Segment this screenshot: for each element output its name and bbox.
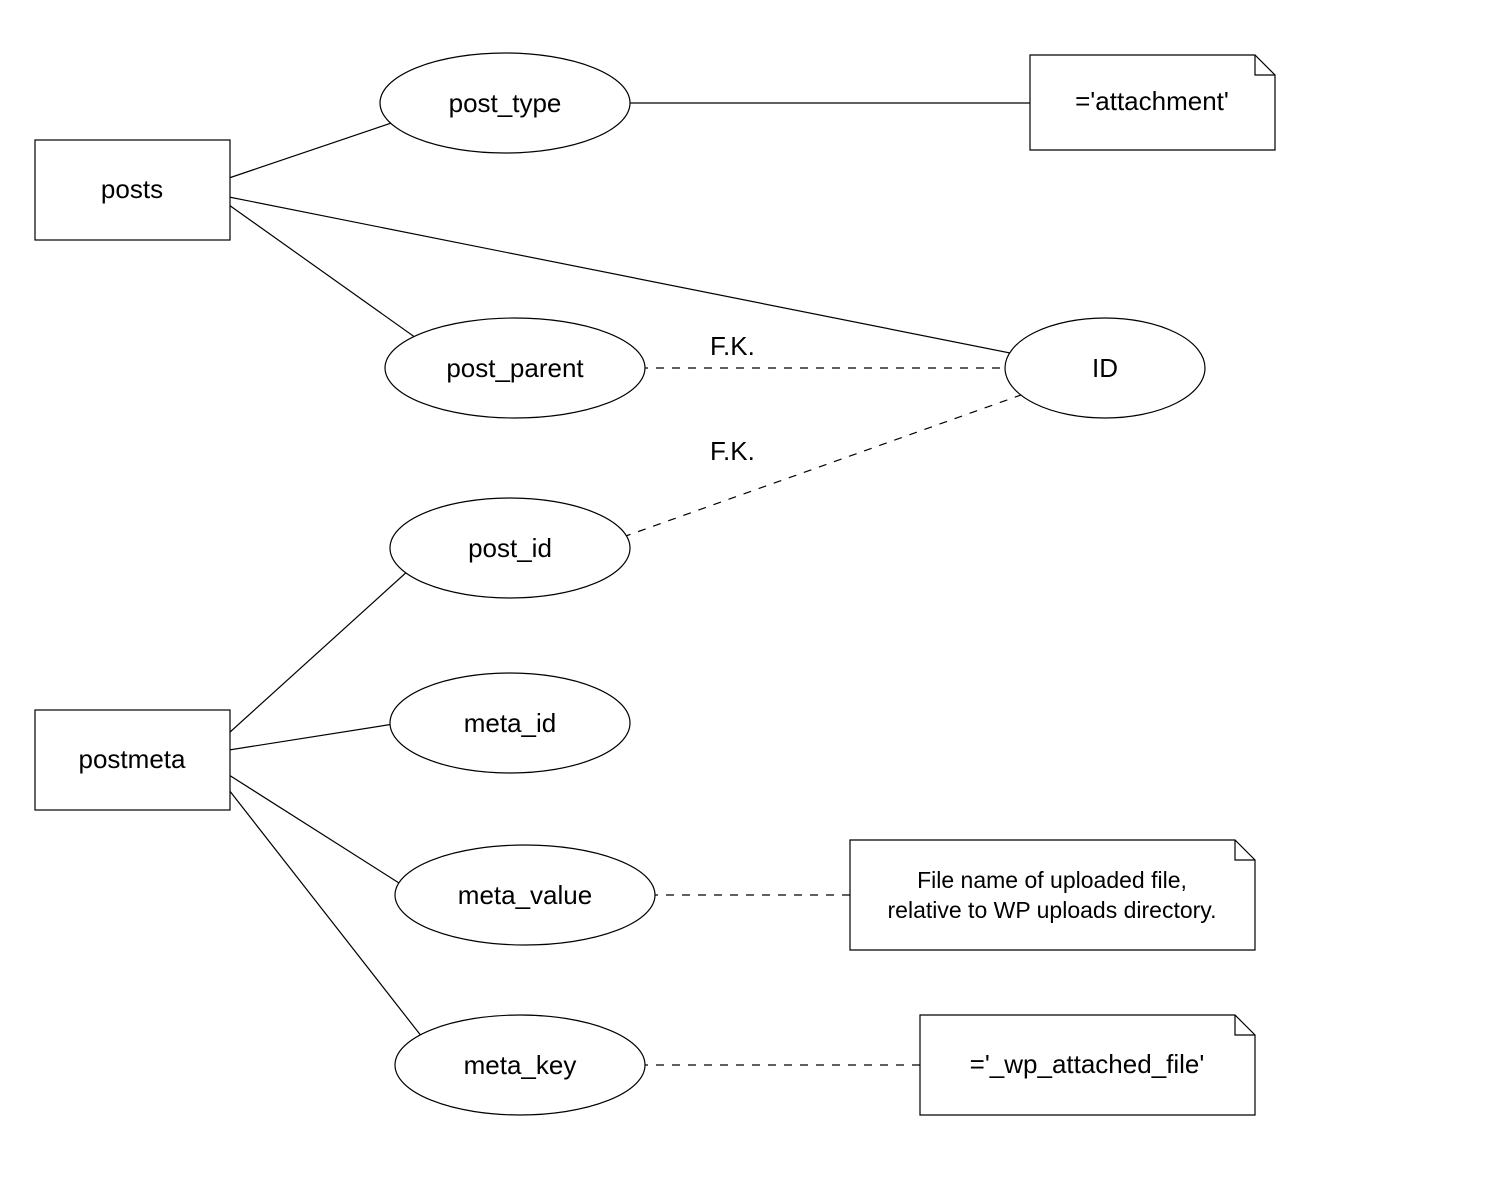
attr-meta-id-label: meta_id (464, 708, 557, 738)
attr-post-id-label: post_id (468, 533, 552, 563)
note-meta-value: File name of uploaded file, relative to … (850, 840, 1255, 950)
attr-id-label: ID (1092, 353, 1118, 383)
edge-posts-posttype (229, 115, 415, 178)
note-meta-key: ='_wp_attached_file' (920, 1015, 1255, 1115)
er-diagram: F.K. F.K. posts postmeta post_type post_… (0, 0, 1500, 1195)
fk-label-1: F.K. (710, 331, 755, 361)
fk-label-2: F.K. (710, 436, 755, 466)
edge-postmeta-metavalue (229, 775, 410, 890)
edge-postmeta-metakey (229, 790, 440, 1060)
note-meta-value-line1: File name of uploaded file, (917, 867, 1187, 893)
attr-post-parent-label: post_parent (446, 353, 584, 383)
attr-post-type-label: post_type (449, 88, 562, 118)
note-attachment-text: ='attachment' (1075, 86, 1229, 116)
edge-posts-postparent (229, 205, 440, 355)
note-meta-value-line2: relative to WP uploads directory. (888, 897, 1217, 923)
note-attachment: ='attachment' (1030, 55, 1275, 150)
attr-meta-key-label: meta_key (464, 1050, 577, 1080)
edge-posts-id (229, 197, 1020, 355)
attr-meta-value-label: meta_value (458, 880, 592, 910)
entity-posts-label: posts (101, 174, 163, 204)
edge-postid-id-fk (623, 390, 1035, 537)
edge-postmeta-metaid (229, 723, 400, 750)
entity-postmeta-label: postmeta (79, 744, 186, 774)
note-meta-key-text: ='_wp_attached_file' (970, 1049, 1205, 1079)
edge-postmeta-postid (229, 560, 420, 733)
